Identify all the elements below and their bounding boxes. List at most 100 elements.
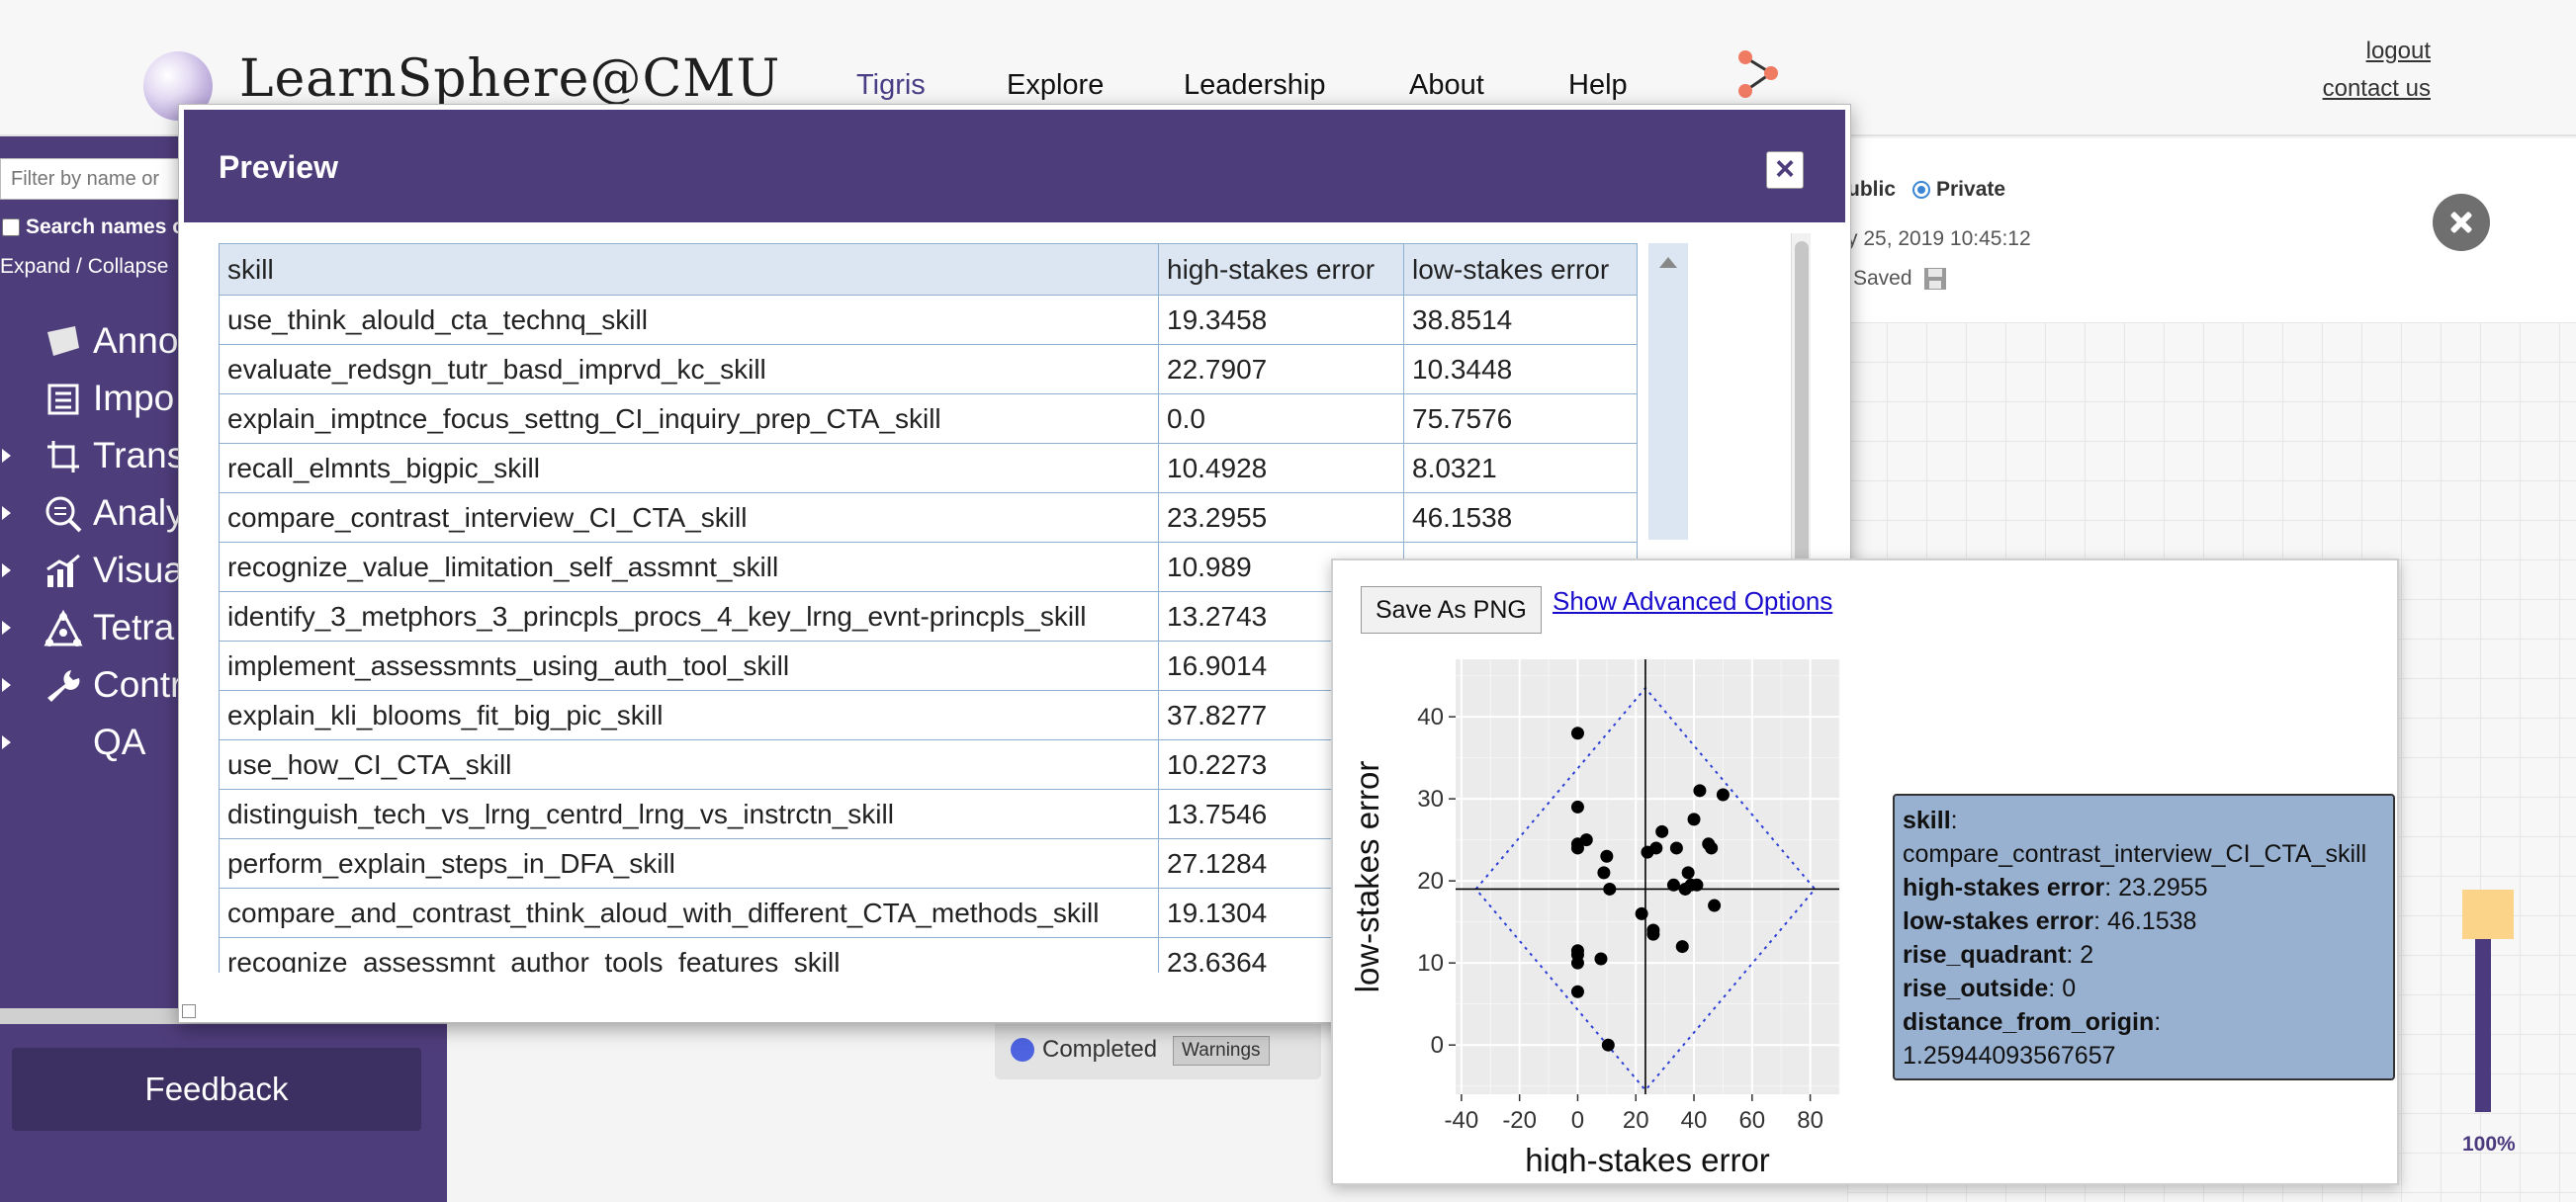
data-point[interactable] (1600, 849, 1614, 863)
filter-input[interactable] (0, 158, 188, 200)
zoom-slider-handle[interactable] (2462, 890, 2514, 939)
data-point[interactable] (1635, 906, 1648, 920)
search-names-row: Search names c (2, 215, 184, 239)
table-row[interactable]: explain_imptnce_focus_settng_CI_inquiry_… (219, 393, 1638, 444)
x-axis-label: high-stakes error (1525, 1142, 1770, 1173)
tick-label-x: 40 (1681, 1107, 1708, 1134)
expand-collapse-link[interactable]: Expand / Collapse (0, 255, 168, 279)
warnings-button[interactable]: Warnings (1173, 1036, 1270, 1066)
data-point[interactable] (1597, 866, 1611, 880)
tick-label-x: 0 (1571, 1107, 1584, 1134)
visualization-icon (46, 554, 80, 587)
private-radio[interactable] (1912, 181, 1930, 200)
expand-arrow-icon[interactable] (2, 621, 11, 635)
contact-link[interactable]: contact us (2323, 75, 2431, 103)
high-stakes-cell: 19.3458 (1158, 295, 1404, 345)
data-point[interactable] (1603, 882, 1617, 896)
expand-arrow-icon[interactable] (2, 506, 11, 520)
plot-panel (1456, 659, 1839, 1094)
tooltip-ro-key: rise_outside (1903, 975, 2049, 1002)
preview-dialog-header[interactable]: Preview × (184, 110, 1845, 222)
tick-label-x: 80 (1797, 1107, 1823, 1134)
data-point[interactable] (1570, 956, 1584, 970)
tooltip-ro-value: 0 (2062, 975, 2077, 1002)
nav-tigris[interactable]: Tigris (856, 69, 926, 102)
data-point[interactable] (1655, 824, 1669, 838)
column-header-low-stakes[interactable]: low-stakes error (1403, 243, 1638, 296)
data-point[interactable] (1669, 841, 1683, 855)
visibility-public-label[interactable]: ublic (1847, 178, 1896, 202)
feedback-button[interactable]: Feedback (12, 1048, 421, 1131)
table-scrollbar[interactable] (1648, 243, 1688, 540)
close-preview-button[interactable]: × (1766, 151, 1804, 189)
save-as-png-button[interactable]: Save As PNG (1361, 586, 1542, 634)
save-disk-icon[interactable] (1923, 267, 1947, 291)
data-point[interactable] (1716, 788, 1730, 802)
skill-cell: distinguish_tech_vs_lrng_centrd_lrng_vs_… (219, 789, 1159, 839)
private-label: Private (1936, 178, 2006, 201)
dialog-scrollbar-thumb[interactable] (1795, 241, 1809, 567)
nav-explore[interactable]: Explore (1007, 69, 1104, 102)
data-point[interactable] (1681, 866, 1695, 880)
skill-cell: use_how_CI_CTA_skill (219, 739, 1159, 790)
share-icon[interactable] (1735, 49, 1781, 99)
data-point[interactable] (1594, 952, 1608, 966)
data-point[interactable] (1570, 800, 1584, 814)
high-stakes-cell: 22.7907 (1158, 344, 1404, 394)
skill-cell: recall_elmnts_bigpic_skill (219, 443, 1159, 493)
nav-leadership[interactable]: Leadership (1184, 69, 1326, 102)
close-workflow-icon[interactable] (2433, 194, 2490, 251)
table-row[interactable]: use_think_alould_cta_technq_skill 19.3458… (219, 295, 1638, 345)
sidebar-item-label: Visua (93, 550, 184, 590)
tooltip-skill-value: compare_contrast_interview_CI_CTA_skill (1903, 840, 2367, 868)
data-point[interactable] (1666, 878, 1680, 892)
saved-label: Saved (1853, 267, 1912, 290)
sidebar-item-label: QA (93, 722, 146, 762)
search-names-checkbox[interactable] (2, 218, 20, 237)
low-stakes-cell: 10.3448 (1403, 344, 1638, 394)
data-point[interactable] (1570, 727, 1584, 740)
skill-cell: explain_imptnce_focus_settng_CI_inquiry_… (219, 393, 1159, 444)
low-stakes-cell: 8.0321 (1403, 443, 1638, 493)
show-advanced-options-link[interactable]: Show Advanced Options (1553, 586, 1832, 617)
high-stakes-cell: 10.4928 (1158, 443, 1404, 493)
data-point[interactable] (1705, 841, 1719, 855)
saved-status: Saved (1853, 267, 1947, 291)
skill-cell: compare_and_contrast_think_aloud_with_di… (219, 888, 1159, 938)
data-point[interactable] (1675, 940, 1689, 954)
preview-title: Preview (219, 149, 338, 185)
visibility-private-option[interactable]: Private (1912, 178, 2005, 202)
tick-label-x: -20 (1502, 1107, 1537, 1134)
data-point[interactable] (1570, 985, 1584, 998)
table-row[interactable]: compare_contrast_interview_CI_CTA_skill 2… (219, 492, 1638, 543)
data-point[interactable] (1601, 1038, 1615, 1052)
brand-title[interactable]: LearnSphere@CMU (239, 49, 780, 109)
table-row[interactable]: evaluate_redsgn_tutr_basd_imprvd_kc_skil… (219, 344, 1638, 394)
nav-help[interactable]: Help (1568, 69, 1628, 102)
expand-arrow-icon[interactable] (2, 449, 11, 463)
expand-arrow-icon[interactable] (2, 678, 11, 692)
data-point[interactable] (1708, 899, 1722, 912)
sidebar-item-label: Contr (93, 664, 183, 705)
tooltip-dist-key: distance_from_origin (1903, 1008, 2155, 1036)
data-point[interactable] (1687, 813, 1701, 826)
expand-arrow-icon[interactable] (2, 735, 11, 749)
sidebar-item-label: Trans (93, 435, 186, 475)
expand-arrow-icon[interactable] (2, 563, 11, 577)
sidebar-item-label: Analy (93, 492, 185, 533)
data-point[interactable] (1579, 833, 1593, 847)
zoom-slider-track[interactable] (2475, 939, 2491, 1112)
table-row[interactable]: recall_elmnts_bigpic_skill 10.4928 8.0321 (219, 443, 1638, 493)
column-header-high-stakes[interactable]: high-stakes error (1158, 243, 1404, 296)
table-header-row: skill high-stakes error low-stakes error (219, 243, 1638, 296)
data-point[interactable] (1693, 784, 1707, 798)
sidebar-item-label: Anno (93, 320, 179, 361)
resize-grip-icon[interactable] (182, 1004, 196, 1018)
data-point[interactable] (1649, 841, 1663, 855)
logout-link[interactable]: logout (2366, 38, 2431, 65)
nav-about[interactable]: About (1409, 69, 1484, 102)
data-point[interactable] (1690, 878, 1704, 892)
column-header-skill[interactable]: skill (219, 243, 1159, 296)
data-point[interactable] (1646, 927, 1660, 941)
y-axis-label: low-stakes error (1349, 761, 1385, 993)
